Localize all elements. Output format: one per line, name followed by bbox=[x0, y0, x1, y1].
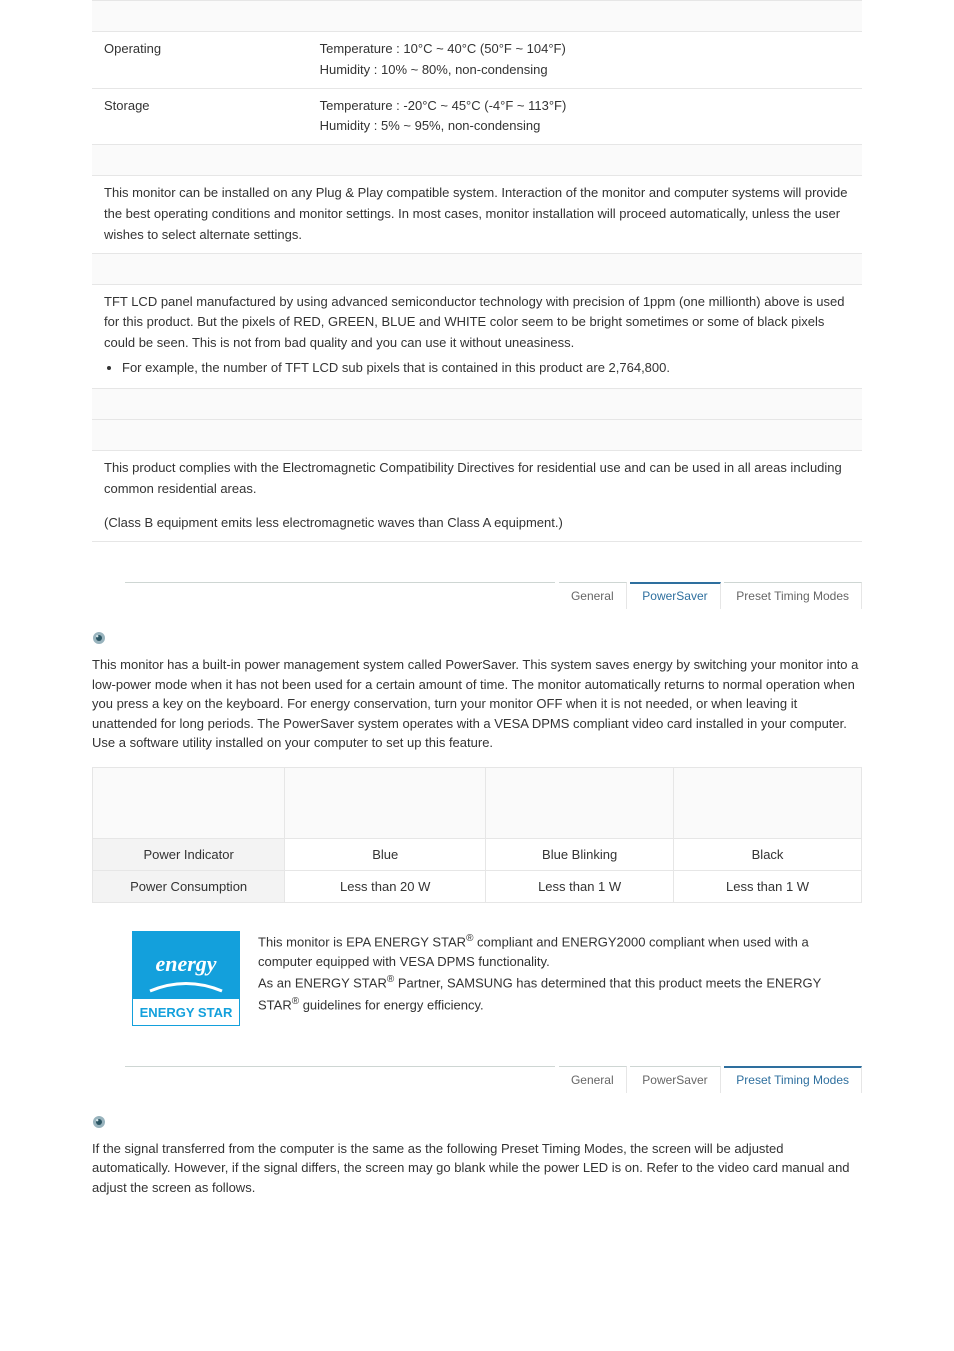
tabbar-preset: General PowerSaver Preset Timing Modes bbox=[92, 1066, 862, 1093]
plug-play-text: This monitor can be installed on any Plu… bbox=[92, 176, 862, 253]
ps-col-state bbox=[93, 767, 285, 838]
operating-value: Temperature : 10°C ~ 40°C (50°F ~ 104°F)… bbox=[308, 32, 862, 89]
ps-cell: Less than 1 W bbox=[674, 870, 862, 902]
powersaver-table: Power Indicator Blue Blue Blinking Black… bbox=[92, 767, 862, 903]
section-header bbox=[92, 1, 862, 32]
ps-col-saving bbox=[486, 767, 674, 838]
ps-cell: Black bbox=[674, 838, 862, 870]
section-bullet-icon bbox=[92, 1115, 862, 1129]
storage-value: Temperature : -20°C ~ 45°C (-4°F ~ 113°F… bbox=[308, 88, 862, 145]
ps-col-normal bbox=[285, 767, 486, 838]
ps-col-off bbox=[674, 767, 862, 838]
tab-preset[interactable]: Preset Timing Modes bbox=[724, 582, 862, 609]
dot-text: TFT LCD panel manufactured by using adva… bbox=[92, 284, 862, 388]
ps-cell: Less than 20 W bbox=[285, 870, 486, 902]
spec-table: Operating Temperature : 10°C ~ 40°C (50°… bbox=[92, 0, 862, 542]
tab-powersaver[interactable]: PowerSaver bbox=[630, 1066, 720, 1093]
energy-star-text: This monitor is EPA ENERGY STAR® complia… bbox=[258, 931, 862, 1016]
section-header bbox=[92, 419, 862, 450]
tabbar-powersaver: General PowerSaver Preset Timing Modes bbox=[92, 582, 862, 609]
tab-preset[interactable]: Preset Timing Modes bbox=[724, 1066, 862, 1093]
dot-bullet: For example, the number of TFT LCD sub p… bbox=[122, 358, 850, 379]
ps-cell: Less than 1 W bbox=[486, 870, 674, 902]
section-header bbox=[92, 145, 862, 176]
tab-powersaver[interactable]: PowerSaver bbox=[630, 582, 720, 609]
ps-row-consumption: Power Consumption bbox=[93, 870, 285, 902]
operating-label: Operating bbox=[92, 32, 308, 89]
powersaver-intro: This monitor has a built-in power manage… bbox=[92, 655, 862, 753]
energy-star-logo: energy ENERGY STAR bbox=[132, 931, 240, 1026]
ps-cell: Blue Blinking bbox=[486, 838, 674, 870]
tab-general[interactable]: General bbox=[559, 582, 627, 609]
preset-intro: If the signal transferred from the compu… bbox=[92, 1139, 862, 1198]
section-bullet-icon bbox=[92, 631, 862, 645]
ps-row-indicator: Power Indicator bbox=[93, 838, 285, 870]
tab-general[interactable]: General bbox=[559, 1066, 627, 1093]
section-header bbox=[92, 388, 862, 419]
storage-label: Storage bbox=[92, 88, 308, 145]
svg-text:ENERGY STAR: ENERGY STAR bbox=[140, 1005, 233, 1020]
ps-cell: Blue bbox=[285, 838, 486, 870]
svg-text:energy: energy bbox=[155, 951, 216, 976]
class-b-text: This product complies with the Electroma… bbox=[92, 450, 862, 541]
section-header bbox=[92, 253, 862, 284]
energy-star-row: energy ENERGY STAR This monitor is EPA E… bbox=[92, 931, 862, 1026]
